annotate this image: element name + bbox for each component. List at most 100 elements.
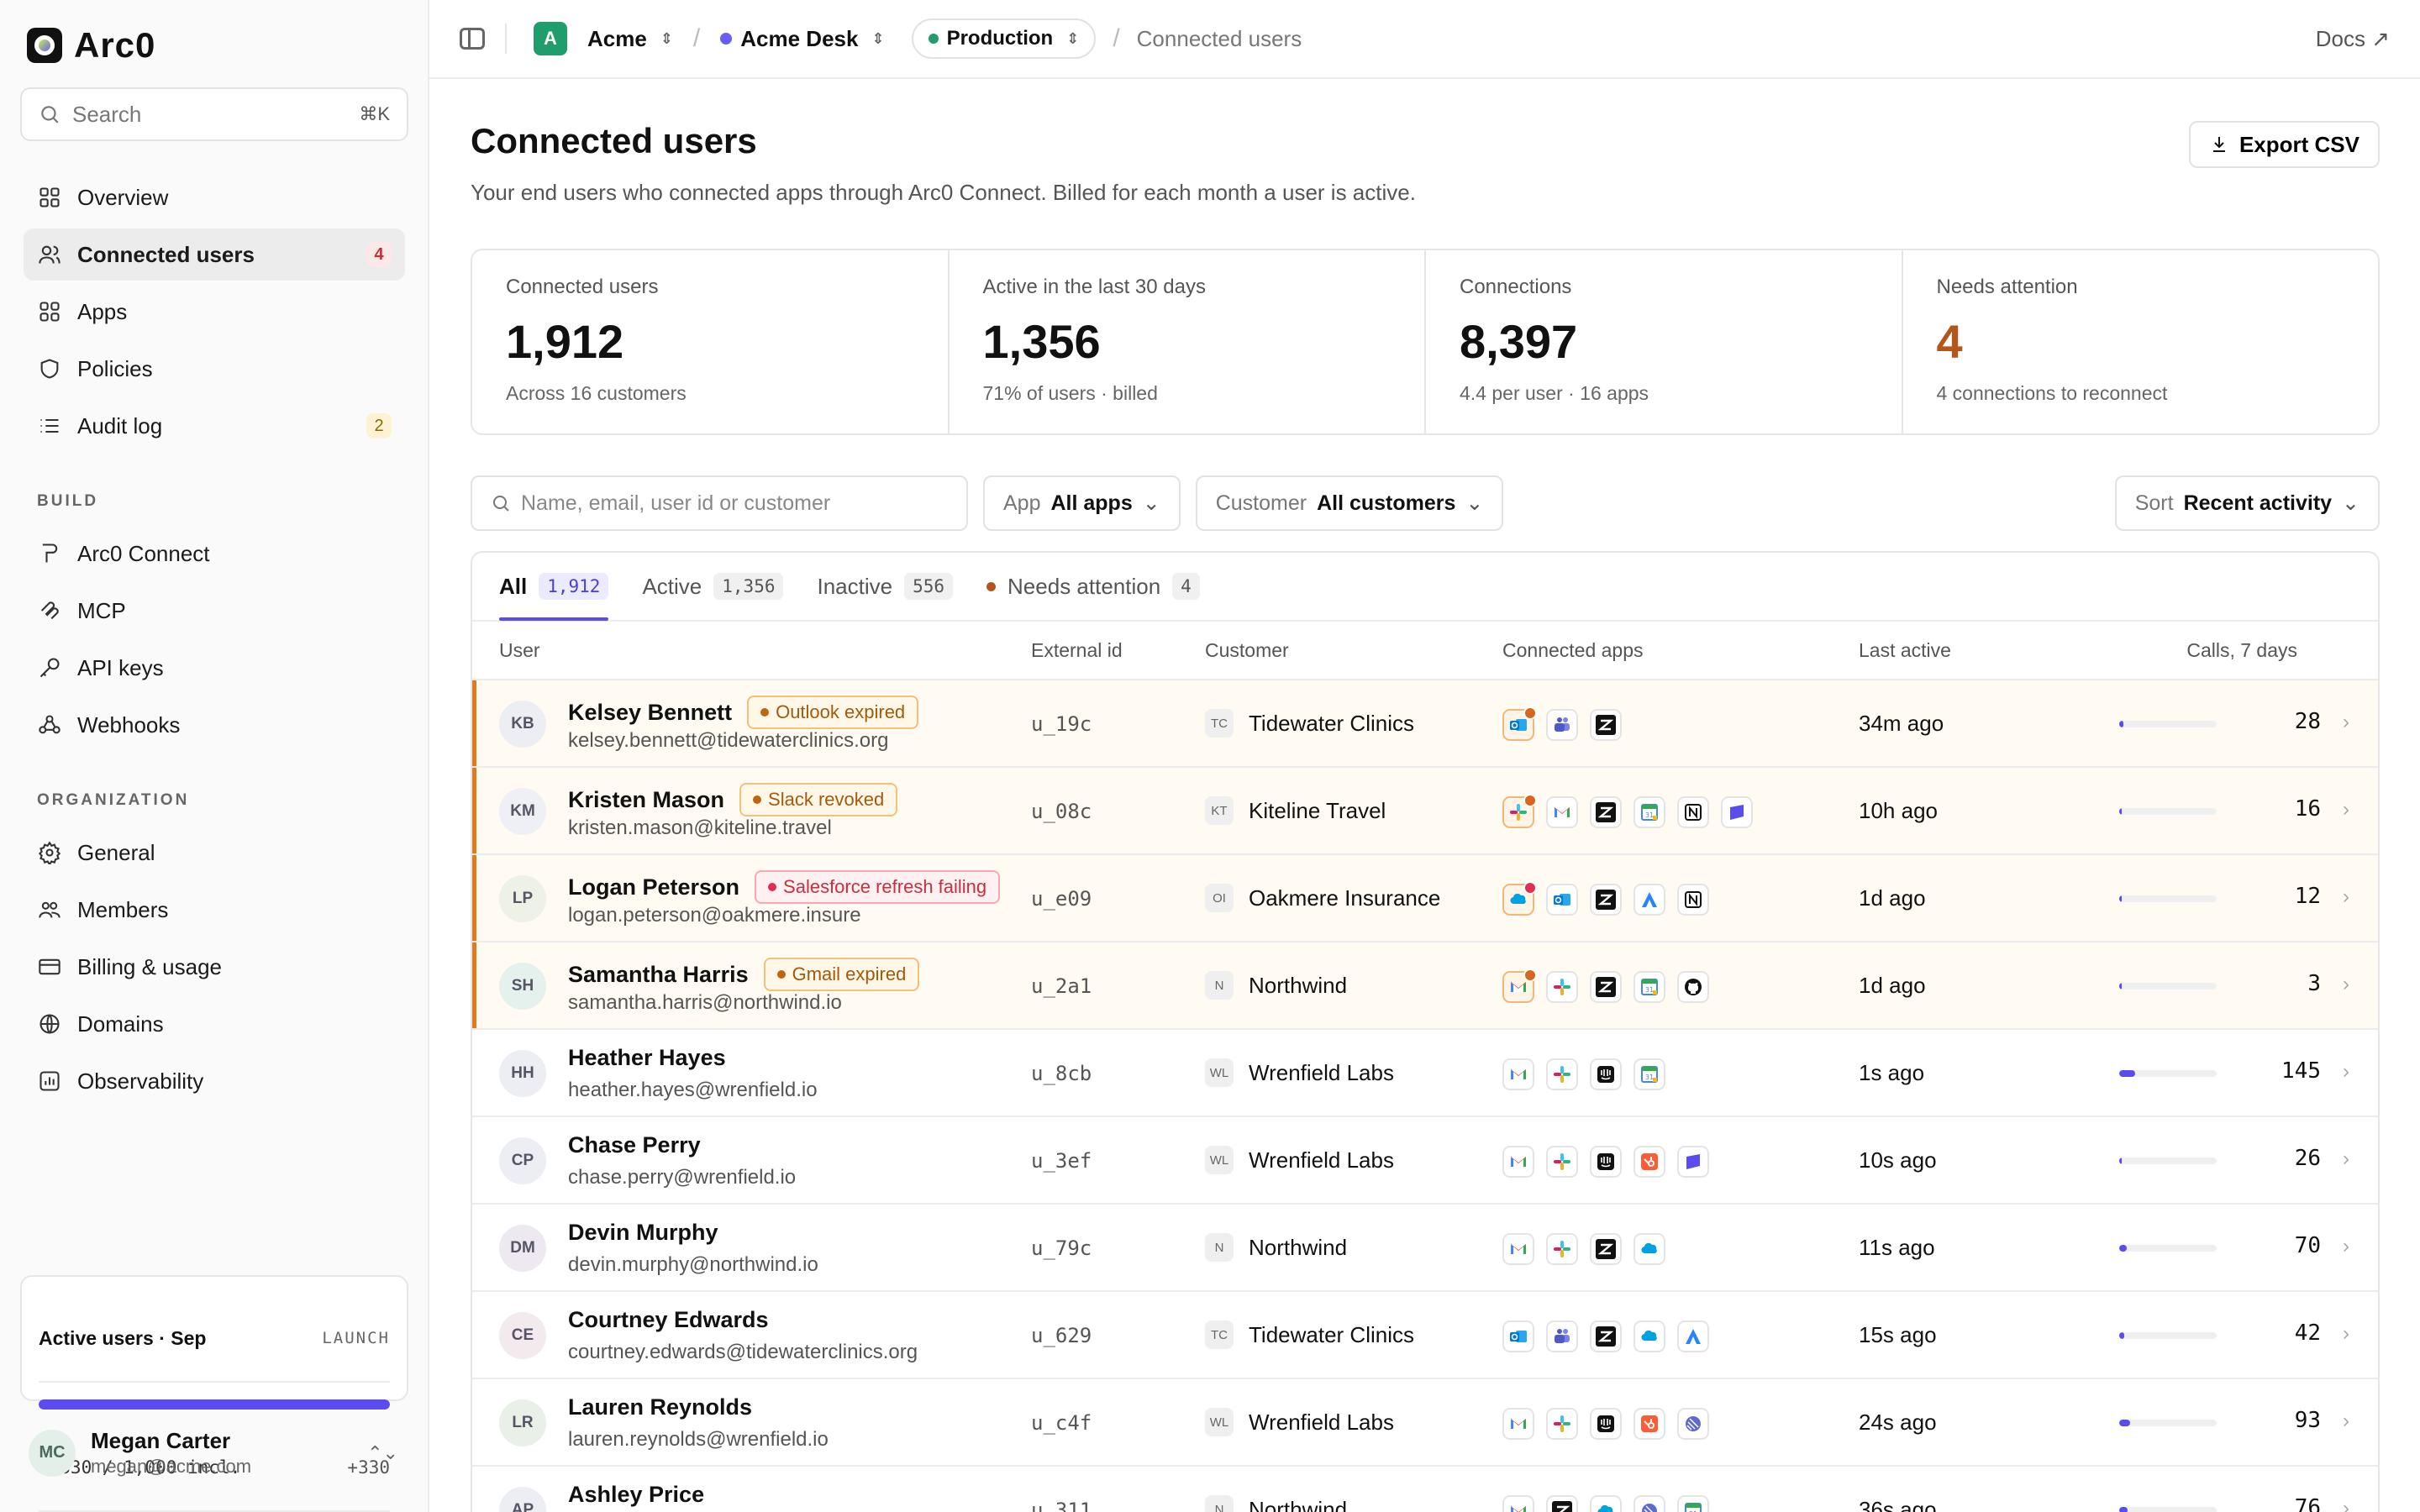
sidebar-item-members[interactable]: Members (24, 884, 405, 936)
project-switcher[interactable]: Acme Desk ⇕ (720, 26, 885, 52)
table-row[interactable]: SH Samantha Harris Gmail expired samantha.h… (472, 942, 2378, 1030)
export-csv-button[interactable]: Export CSV (2188, 121, 2380, 168)
table-row[interactable]: CE Courtney Edwards courtney.edwards@tidew… (472, 1292, 2378, 1379)
workspace-switcher[interactable]: A Acme ⇕ (534, 22, 673, 55)
tab-all[interactable]: All 1,912 (499, 553, 609, 621)
slack-icon[interactable] (1546, 1058, 1578, 1090)
gmail-icon[interactable] (1502, 1233, 1534, 1265)
environment-switcher[interactable]: Production ⇕ (911, 18, 1097, 59)
user-name[interactable]: Lauren Reynolds (568, 1394, 752, 1420)
atlassian-icon[interactable] (1634, 884, 1665, 916)
sidebar-toggle-icon[interactable] (460, 28, 485, 50)
user-name[interactable]: Kelsey Bennett (568, 700, 732, 726)
gmail-icon[interactable] (1546, 796, 1578, 828)
chevron-right-icon[interactable]: › (2343, 711, 2349, 734)
user-name[interactable]: Logan Peterson (568, 874, 739, 900)
zendesk-icon[interactable] (1590, 709, 1622, 741)
intercom-icon[interactable] (1590, 1058, 1622, 1090)
user-name[interactable]: Heather Hayes (568, 1045, 726, 1071)
tab-inactive[interactable]: Inactive 556 (817, 553, 954, 621)
sidebar-item-billing-usage[interactable]: Billing & usage (24, 941, 405, 993)
chevron-right-icon[interactable]: › (2343, 885, 2349, 909)
chevron-right-icon[interactable]: › (2343, 1235, 2349, 1258)
intercom-icon[interactable] (1590, 1146, 1622, 1178)
salesforce-icon[interactable] (1634, 1233, 1665, 1265)
calendar-icon[interactable]: 31 (1677, 1495, 1709, 1512)
column-header-connected-apps[interactable]: Connected apps (1502, 639, 1644, 662)
table-row[interactable]: AP Ashley Price u_311 N Northwind 31 36s ago 76… (472, 1467, 2378, 1512)
column-header-user[interactable]: User (499, 639, 540, 662)
docs-link[interactable]: Docs ↗ (2316, 26, 2390, 52)
sidebar-item-arc0-connect[interactable]: Arc0 Connect (24, 528, 405, 580)
slack-icon[interactable] (1546, 971, 1578, 1003)
outlook-icon[interactable] (1502, 1320, 1534, 1352)
chevron-right-icon[interactable]: › (2343, 1410, 2349, 1433)
outlook-icon[interactable] (1546, 884, 1578, 916)
notion-icon[interactable] (1677, 884, 1709, 916)
brand-logo[interactable]: Arc0 (27, 25, 155, 66)
teams-icon[interactable] (1546, 709, 1578, 741)
user-name[interactable]: Devin Murphy (568, 1220, 718, 1246)
zendesk-icon[interactable] (1590, 796, 1622, 828)
customer-filter-dropdown[interactable]: Customer All customers ⌄ (1195, 475, 1504, 531)
column-header-last-active[interactable]: Last active (1859, 639, 1951, 662)
column-header-customer[interactable]: Customer (1205, 639, 1289, 662)
sidebar-item-apps[interactable]: Apps (24, 286, 405, 338)
calendar-icon[interactable]: 31 (1634, 796, 1665, 828)
slack-icon[interactable] (1546, 1233, 1578, 1265)
table-row[interactable]: KM Kristen Mason Slack revoked kristen.maso… (472, 768, 2378, 855)
column-header-external-id[interactable]: External id (1031, 639, 1123, 662)
gmail-icon[interactable] (1502, 969, 1537, 1003)
user-name[interactable]: Ashley Price (568, 1482, 704, 1508)
hubspot-icon[interactable] (1634, 1146, 1665, 1178)
slack-icon[interactable] (1546, 1408, 1578, 1440)
app-filter-dropdown[interactable]: App All apps ⌄ (983, 475, 1181, 531)
sort-dropdown[interactable]: Sort Recent activity ⌄ (2114, 475, 2380, 531)
user-name[interactable]: Samantha Harris (568, 962, 749, 988)
usage-card[interactable]: Active users · Sep LAUNCH 1,330 / 1,000 i… (20, 1275, 408, 1512)
table-row[interactable]: CP Chase Perry chase.perry@wrenfield.io u_3… (472, 1117, 2378, 1205)
tab-needs-attention[interactable]: Needs attention 4 (986, 553, 1200, 621)
zendesk-icon[interactable] (1546, 1495, 1578, 1512)
gmail-icon[interactable] (1502, 1058, 1534, 1090)
slack-icon[interactable] (1502, 794, 1537, 828)
slack-icon[interactable] (1546, 1146, 1578, 1178)
chevron-right-icon[interactable]: › (2343, 1497, 2349, 1512)
github-icon[interactable] (1677, 971, 1709, 1003)
chevron-right-icon[interactable]: › (2343, 1060, 2349, 1084)
zendesk-icon[interactable] (1590, 884, 1622, 916)
gmail-icon[interactable] (1502, 1408, 1534, 1440)
sidebar-item-general[interactable]: General (24, 827, 405, 879)
table-row[interactable]: DM Devin Murphy devin.murphy@northwind.io u… (472, 1205, 2378, 1292)
salesforce-icon[interactable] (1502, 881, 1537, 916)
notion-icon[interactable] (1677, 796, 1709, 828)
user-search-input[interactable]: Name, email, user id or customer (471, 475, 968, 531)
tab-active[interactable]: Active 1,356 (642, 553, 784, 621)
sidebar-item-api-keys[interactable]: API keys (24, 642, 405, 694)
chevron-right-icon[interactable]: › (2343, 1322, 2349, 1346)
user-profile[interactable]: MC Megan Carter megan@acme.com ⌃⌄ (29, 1428, 398, 1478)
user-name[interactable]: Chase Perry (568, 1132, 701, 1158)
table-row[interactable]: KB Kelsey Bennett Outlook expired kelsey.be… (472, 680, 2378, 768)
chevron-right-icon[interactable]: › (2343, 973, 2349, 996)
teams-icon[interactable] (1546, 1320, 1578, 1352)
sidebar-item-audit-log[interactable]: Audit log 2 (24, 400, 405, 452)
salesforce-icon[interactable] (1590, 1495, 1622, 1512)
sidebar-item-connected-users[interactable]: Connected users 4 (24, 228, 405, 281)
chevron-right-icon[interactable]: › (2343, 1147, 2349, 1171)
search-input[interactable]: Search ⌘K (20, 87, 408, 141)
chevron-right-icon[interactable]: › (2343, 798, 2349, 822)
zendesk-icon[interactable] (1590, 1320, 1622, 1352)
intercom-icon[interactable] (1590, 1408, 1622, 1440)
hubspot-icon[interactable] (1634, 1408, 1665, 1440)
linear2-icon[interactable] (1677, 1408, 1709, 1440)
gmail-icon[interactable] (1502, 1495, 1534, 1512)
table-row[interactable]: LR Lauren Reynolds lauren.reynolds@wrenfie… (472, 1379, 2378, 1467)
sidebar-item-mcp[interactable]: MCP (24, 585, 405, 637)
sidebar-item-domains[interactable]: Domains (24, 998, 405, 1050)
sidebar-item-policies[interactable]: Policies (24, 343, 405, 395)
atlassian-icon[interactable] (1677, 1320, 1709, 1352)
user-name[interactable]: Kristen Mason (568, 787, 724, 813)
zendesk-icon[interactable] (1590, 971, 1622, 1003)
outlook-icon[interactable] (1502, 706, 1537, 741)
